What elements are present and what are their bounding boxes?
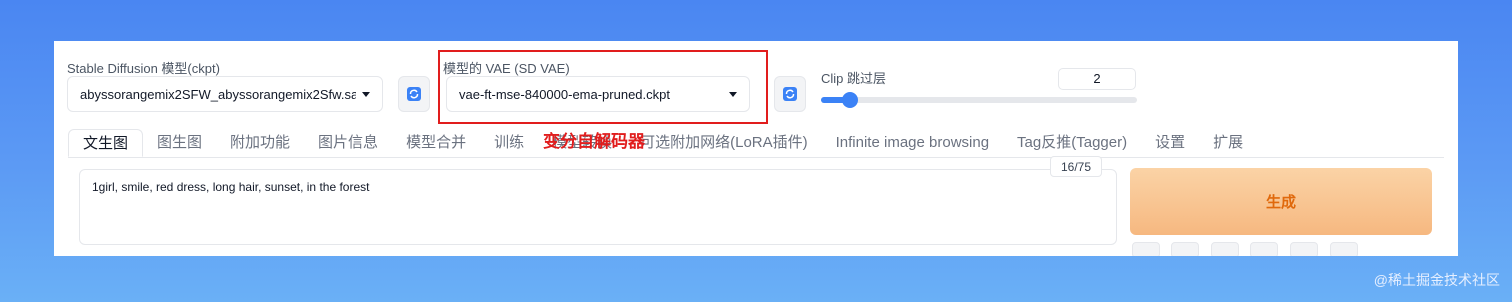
tab-item[interactable]: 图生图 [143, 129, 216, 157]
save-icon[interactable] [1330, 242, 1358, 256]
tab-item[interactable]: 可选附加网络(LoRA插件) [626, 129, 822, 157]
chevron-down-icon [729, 91, 737, 97]
trash-icon[interactable] [1211, 242, 1239, 256]
refresh-checkpoint-button[interactable] [398, 76, 430, 112]
tab-item[interactable]: 训练 [480, 129, 538, 157]
tab-divider [68, 157, 1444, 158]
tab-item[interactable]: 扩展 [1199, 129, 1257, 157]
token-counter: 16/75 [1050, 156, 1102, 177]
tab-item[interactable]: 模型合并 [392, 129, 480, 157]
vae-label: 模型的 VAE (SD VAE) [443, 61, 570, 76]
vae-value: vae-ft-mse-840000-ema-pruned.ckpt [459, 86, 670, 102]
style-icon[interactable] [1250, 242, 1278, 256]
vae-select[interactable]: vae-ft-mse-840000-ema-pruned.ckpt [446, 76, 750, 112]
tab-item[interactable]: Tag反推(Tagger) [1003, 129, 1141, 157]
tab-item[interactable]: Infinite image browsing [822, 129, 1003, 157]
main-tabs: 文生图 图生图 附加功能 图片信息 模型合并 训练 模型转换 可选附加网络(LoRA插件) In… [68, 129, 1257, 157]
tab-item[interactable]: 文生图 [68, 129, 144, 157]
clip-skip-input[interactable]: 2 [1058, 68, 1136, 90]
settings-panel: Stable Diffusion 模型(ckpt) abyssorangemix… [54, 41, 1458, 256]
tab-item[interactable]: 图片信息 [304, 129, 392, 157]
tab-item[interactable]: 附加功能 [216, 129, 304, 157]
checkpoint-value: abyssorangemix2SFW_abyssorangemix2Sfw.sa… [80, 86, 356, 102]
refresh-icon [407, 87, 421, 101]
prompt-input[interactable]: 1girl, smile, red dress, long hair, suns… [79, 169, 1117, 245]
read-params-icon[interactable] [1171, 242, 1199, 256]
chevron-down-icon [362, 91, 370, 97]
clip-skip-slider[interactable] [821, 92, 1137, 108]
clipboard-icon[interactable] [1290, 242, 1318, 256]
vae-annotation: 变分自解码器 [543, 132, 645, 151]
checkpoint-select[interactable]: abyssorangemix2SFW_abyssorangemix2Sfw.sa… [67, 76, 383, 112]
refresh-icon [783, 87, 797, 101]
watermark: @稀土掘金技术社区 [1373, 272, 1500, 288]
clip-skip-handle[interactable] [841, 92, 858, 108]
generate-button[interactable]: 生成 [1130, 168, 1432, 235]
clip-skip-label: Clip 跳过层 [821, 71, 887, 86]
tab-item[interactable]: 设置 [1141, 129, 1199, 157]
arrow-icon[interactable] [1132, 242, 1160, 256]
checkpoint-label: Stable Diffusion 模型(ckpt) [67, 61, 220, 76]
refresh-vae-button[interactable] [774, 76, 806, 112]
